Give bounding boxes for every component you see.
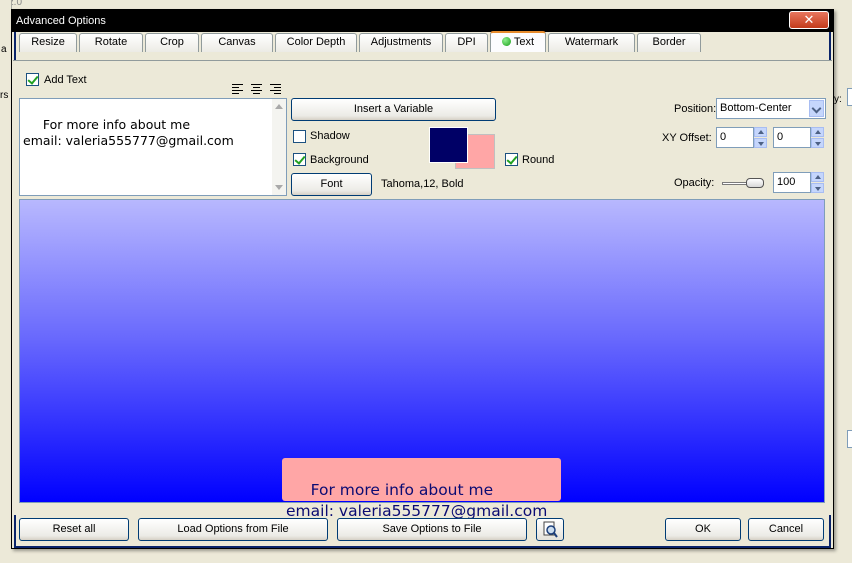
shadow-label: Shadow: [310, 130, 350, 142]
tab-rotate[interactable]: Rotate: [79, 33, 143, 52]
tab-label: Watermark: [564, 36, 619, 48]
tab-label: Border: [652, 36, 686, 48]
y-offset-input[interactable]: 0: [773, 127, 811, 148]
opacity-spinner[interactable]: [811, 172, 824, 193]
spin-down-icon[interactable]: [811, 183, 824, 193]
tab-adjustments[interactable]: Adjustments: [359, 33, 443, 52]
background-label: Background: [310, 154, 369, 166]
spin-down-icon[interactable]: [754, 138, 767, 148]
opacity-value: 100: [777, 176, 796, 188]
text-input[interactable]: For more info about me email: valeria555…: [19, 98, 287, 196]
font-button[interactable]: Font: [291, 173, 372, 196]
tab-label: Rotate: [94, 36, 128, 48]
tab-dpi[interactable]: DPI: [445, 33, 488, 52]
position-value: Bottom-Center: [720, 102, 792, 114]
load-options-button[interactable]: Load Options from File: [138, 518, 328, 541]
preview-text-overlay: For more info about me email: valeria555…: [282, 458, 561, 520]
tab-canvas[interactable]: Canvas: [201, 33, 273, 52]
background-app-field: [847, 430, 852, 448]
ok-label: OK: [695, 523, 711, 535]
spin-up-icon[interactable]: [811, 127, 824, 137]
text-input-scrollbar[interactable]: [272, 99, 286, 195]
tab-color-depth[interactable]: Color Depth: [275, 33, 357, 52]
background-app-bottom: [0, 548, 852, 563]
insert-variable-button[interactable]: Insert a Variable: [291, 98, 496, 121]
position-select[interactable]: Bottom-Center: [716, 98, 826, 119]
font-description: Tahoma,12, Bold: [381, 178, 464, 190]
background-app-field: [847, 88, 852, 106]
spin-up-icon[interactable]: [811, 172, 824, 182]
tab-crop[interactable]: Crop: [145, 33, 199, 52]
scroll-up-icon[interactable]: [275, 104, 283, 109]
align-center-icon[interactable]: [251, 84, 262, 94]
opacity-slider-thumb[interactable]: [746, 178, 764, 188]
background-app-right-text: y:: [834, 94, 842, 105]
scroll-down-icon[interactable]: [275, 185, 283, 190]
save-options-button[interactable]: Save Options to File: [337, 518, 527, 541]
align-right-icon[interactable]: [270, 84, 281, 94]
text-color-swatch[interactable]: [429, 127, 468, 163]
tab-label: Crop: [160, 36, 184, 48]
opacity-label: Opacity:: [674, 177, 715, 189]
chevron-down-icon[interactable]: [809, 100, 824, 117]
tab-label: Text: [513, 36, 535, 48]
green-dot-icon: [501, 37, 511, 46]
x-offset-input[interactable]: 0: [716, 127, 754, 148]
background-app-left-text-2: rs: [0, 90, 9, 101]
background-checkbox[interactable]: [293, 153, 306, 166]
ok-button[interactable]: OK: [665, 518, 741, 541]
spin-up-icon[interactable]: [754, 127, 767, 137]
load-options-label: Load Options from File: [177, 523, 289, 535]
tab-watermark[interactable]: Watermark: [548, 33, 635, 52]
add-text-checkbox[interactable]: [26, 73, 39, 86]
add-text-label: Add Text: [44, 74, 87, 86]
tab-resize[interactable]: Resize: [19, 33, 77, 52]
tab-border[interactable]: Border: [637, 33, 701, 52]
tab-label: Resize: [31, 36, 65, 48]
round-checkbox[interactable]: [505, 153, 518, 166]
preview-zoom-button[interactable]: [536, 518, 564, 541]
align-left-icon[interactable]: [232, 84, 243, 94]
insert-variable-label: Insert a Variable: [353, 103, 434, 115]
tab-label: Adjustments: [370, 36, 432, 48]
dialog-titlebar: Advanced Options ✕: [12, 10, 833, 32]
magnifier-icon: [543, 521, 558, 538]
tab-label: Canvas: [218, 36, 256, 48]
text-input-value: For more info about me email: valeria555…: [23, 117, 234, 148]
spin-down-icon[interactable]: [811, 138, 824, 148]
x-offset-value: 0: [720, 131, 727, 143]
x-offset-spinner[interactable]: [754, 127, 767, 148]
y-offset-spinner[interactable]: [811, 127, 824, 148]
font-button-label: Font: [320, 178, 343, 190]
position-label: Position:: [674, 103, 717, 115]
reset-all-label: Reset all: [52, 523, 96, 535]
close-icon: ✕: [803, 12, 815, 27]
preview-text: For more info about me email: valeria555…: [286, 481, 548, 520]
round-label: Round: [522, 154, 555, 166]
tab-strip: Resize Rotate Crop Canvas Color Depth Ad…: [19, 31, 703, 52]
tab-text[interactable]: Text: [490, 31, 546, 52]
reset-all-button[interactable]: Reset all: [19, 518, 129, 541]
cancel-label: Cancel: [768, 523, 804, 535]
close-button[interactable]: ✕: [789, 11, 829, 29]
xy-offset-label: XY Offset:: [662, 132, 712, 144]
cancel-button[interactable]: Cancel: [748, 518, 824, 541]
opacity-input[interactable]: 100: [773, 172, 811, 193]
tab-label: Color Depth: [286, 36, 346, 48]
background-app-left-text-1: a: [1, 44, 7, 55]
shadow-checkbox[interactable]: [293, 130, 306, 143]
y-offset-value: 0: [777, 131, 784, 143]
dialog-title: Advanced Options: [16, 15, 106, 27]
background-app-right-edge: y:: [834, 12, 852, 563]
tab-label: DPI: [457, 36, 476, 48]
save-options-label: Save Options to File: [382, 523, 482, 535]
